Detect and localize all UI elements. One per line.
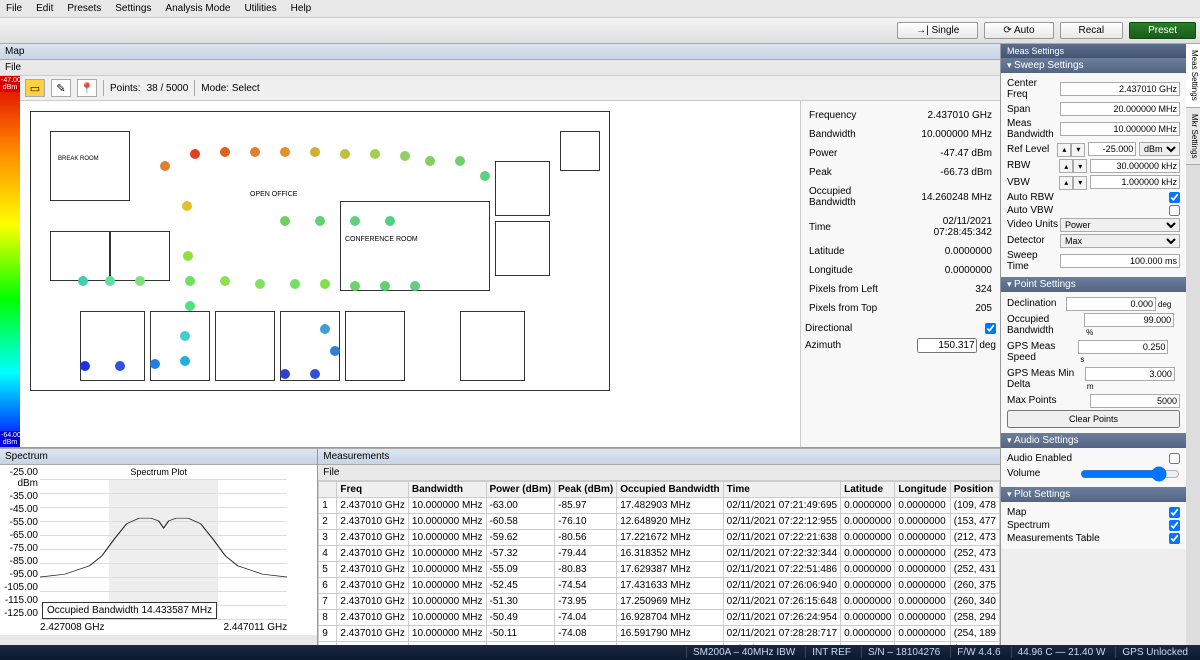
meas-settings-header: Meas Settings: [1001, 44, 1186, 58]
max-points-input[interactable]: [1090, 394, 1180, 408]
directional-checkbox[interactable]: [985, 323, 996, 334]
video-units-select[interactable]: Power: [1060, 218, 1180, 232]
rbw-down-button[interactable]: ▾: [1073, 159, 1087, 173]
ref-unit-select[interactable]: dBm: [1139, 142, 1180, 156]
menu-settings[interactable]: Settings: [115, 3, 151, 14]
fp-label: CONFERENCE ROOM: [345, 236, 418, 243]
center-freq-input[interactable]: [1060, 82, 1180, 96]
vbw-input[interactable]: [1090, 175, 1180, 189]
menu-presets[interactable]: Presets: [67, 3, 101, 14]
map-panel-header: Map: [0, 44, 1000, 60]
ref-level-input[interactable]: [1088, 142, 1136, 156]
floorplan-canvas[interactable]: CONFERENCE ROOM OPEN OFFICE BREAK ROOM: [20, 101, 800, 447]
menu-utilities[interactable]: Utilities: [244, 3, 276, 14]
mode-label: Mode: Select: [201, 83, 259, 94]
rbw-input[interactable]: [1090, 159, 1180, 173]
table-row[interactable]: 82.437010 GHz10.000000 MHz-50.49-74.0416…: [319, 610, 1000, 626]
sweep-settings-header[interactable]: ▾ Sweep Settings: [1001, 58, 1186, 73]
ref-down-button[interactable]: ▾: [1071, 143, 1085, 157]
declination-input[interactable]: [1066, 297, 1156, 311]
table-row[interactable]: 12.437010 GHz10.000000 MHz-63.00-85.9717…: [319, 498, 1000, 514]
spectrum-panel-header: Spectrum: [0, 448, 317, 465]
fp-label: BREAK ROOM: [58, 156, 99, 162]
clear-points-button[interactable]: Clear Points: [1007, 410, 1180, 428]
status-bar: SM200A – 40MHz IBWINT REFS/N – 18104276F…: [0, 645, 1200, 660]
gps-speed-input[interactable]: [1078, 340, 1168, 354]
fp-label: OPEN OFFICE: [250, 191, 297, 198]
main-menubar: File Edit Presets Settings Analysis Mode…: [0, 0, 1200, 18]
table-row[interactable]: 52.437010 GHz10.000000 MHz-55.09-80.8317…: [319, 562, 1000, 578]
audio-enabled-checkbox[interactable]: [1169, 453, 1180, 464]
spectrum-plot-title: Spectrum Plot: [130, 467, 187, 477]
menu-help[interactable]: Help: [291, 3, 312, 14]
ref-up-button[interactable]: ▴: [1057, 143, 1071, 157]
recal-button[interactable]: Recal: [1060, 22, 1124, 39]
occupied-bandwidth-box: Occupied Bandwidth 14.433587 MHz: [42, 602, 217, 619]
volume-slider[interactable]: [1080, 466, 1180, 482]
audio-settings-header[interactable]: ▾ Audio Settings: [1001, 433, 1186, 448]
plot-settings-header[interactable]: ▾ Plot Settings: [1001, 487, 1186, 502]
vbw-down-button[interactable]: ▾: [1073, 176, 1087, 190]
obw-percent-input[interactable]: [1084, 313, 1174, 327]
table-row[interactable]: 32.437010 GHz10.000000 MHz-59.62-80.5617…: [319, 530, 1000, 546]
table-row[interactable]: 22.437010 GHz10.000000 MHz-60.58-76.1012…: [319, 514, 1000, 530]
points-value: 38 / 5000: [147, 83, 189, 94]
top-toolbar: →| Single ⟳ Auto Recal Preset: [0, 18, 1200, 44]
power-colorbar: -47.00 dBm -64.00 dBm: [0, 76, 20, 447]
sweep-time-input[interactable]: [1060, 254, 1180, 268]
measurements-panel-header: Measurements: [318, 448, 1000, 465]
detector-select[interactable]: Max: [1060, 234, 1180, 248]
select-tool[interactable]: ▭: [25, 79, 45, 97]
menu-analysis-mode[interactable]: Analysis Mode: [165, 3, 230, 14]
vbw-up-button[interactable]: ▴: [1059, 176, 1073, 190]
point-settings-header[interactable]: ▾ Point Settings: [1001, 277, 1186, 292]
azimuth-input[interactable]: [917, 338, 977, 353]
show-spectrum-checkbox[interactable]: [1169, 520, 1180, 531]
table-row[interactable]: 72.437010 GHz10.000000 MHz-51.30-73.9517…: [319, 594, 1000, 610]
azimuth-label: Azimuth: [805, 340, 841, 351]
map-file-menu[interactable]: File: [0, 60, 1000, 76]
meas-bw-input[interactable]: [1060, 122, 1180, 136]
pencil-tool[interactable]: ✎: [51, 79, 71, 97]
vtab-meas-settings[interactable]: Meas Settings: [1186, 44, 1200, 108]
auto-button[interactable]: ⟳ Auto: [984, 22, 1053, 39]
arrow-right-icon: →|: [916, 25, 931, 36]
points-label: Points:: [110, 83, 141, 94]
show-map-checkbox[interactable]: [1169, 507, 1180, 518]
menu-edit[interactable]: Edit: [36, 3, 53, 14]
colorbar-top-label: -47.00 dBm: [0, 76, 20, 92]
gps-delta-input[interactable]: [1085, 367, 1175, 381]
span-input[interactable]: [1060, 102, 1180, 116]
menu-file[interactable]: File: [6, 3, 22, 14]
measurements-file-menu[interactable]: File: [318, 465, 1000, 481]
auto-rbw-checkbox[interactable]: [1169, 192, 1180, 203]
single-button[interactable]: →| Single: [897, 22, 978, 39]
show-measurements-checkbox[interactable]: [1169, 533, 1180, 544]
table-row[interactable]: 92.437010 GHz10.000000 MHz-50.11-74.0816…: [319, 626, 1000, 642]
colorbar-bottom-label: -64.00 dBm: [0, 431, 20, 447]
table-row[interactable]: 62.437010 GHz10.000000 MHz-52.45-74.5417…: [319, 578, 1000, 594]
measurements-table[interactable]: FreqBandwidthPower (dBm)Peak (dBm)Occupi…: [318, 481, 1000, 651]
auto-vbw-checkbox[interactable]: [1169, 205, 1180, 216]
directional-label: Directional: [805, 323, 852, 334]
refresh-icon: ⟳: [1003, 25, 1014, 36]
spectrum-plot[interactable]: Spectrum Plot -45.18 dBm -25.00 dBm-35.0…: [0, 465, 317, 635]
table-row[interactable]: 42.437010 GHz10.000000 MHz-57.32-79.4416…: [319, 546, 1000, 562]
vtab-mkr-settings[interactable]: Mkr Settings: [1186, 108, 1200, 165]
rbw-up-button[interactable]: ▴: [1059, 159, 1073, 173]
pin-tool[interactable]: 📍: [77, 79, 97, 97]
preset-button[interactable]: Preset: [1129, 22, 1196, 39]
point-properties-panel: Frequency2.437010 GHzBandwidth10.000000 …: [800, 101, 1000, 447]
